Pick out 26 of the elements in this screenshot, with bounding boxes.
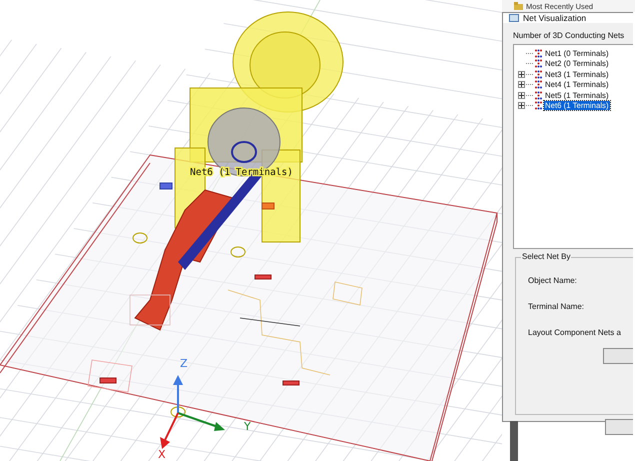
axis-label: X [158,448,166,461]
port-drawing [160,182,172,190]
field-label: Object Name: [528,276,578,287]
axis-label: Y [244,420,251,433]
scrollbar [510,421,518,461]
field-label: Terminal Name: [528,302,586,313]
field-label: Layout Component Nets a [528,328,622,339]
expand-toggle[interactable] [518,92,525,99]
dialog-button[interactable] [603,348,633,364]
app-icon [509,14,519,22]
expand-toggle[interactable] [518,102,525,110]
group-title: Select Net By [521,252,572,261]
net-icon [534,90,543,100]
net-icon [534,70,543,79]
port-drawing [262,202,274,210]
window-title: Net Visualization [523,13,586,23]
net-icon [534,59,543,68]
expand-toggle[interactable] [518,81,525,88]
axis-label: Z [180,357,188,370]
list-label: Number of 3D Conducting Nets [513,31,626,40]
net-icon [534,48,543,58]
expand-toggle[interactable] [518,70,525,78]
net-icon [534,80,543,90]
net-icon [534,101,543,110]
folder-icon [514,2,523,10]
dialog-button[interactable] [605,419,633,435]
